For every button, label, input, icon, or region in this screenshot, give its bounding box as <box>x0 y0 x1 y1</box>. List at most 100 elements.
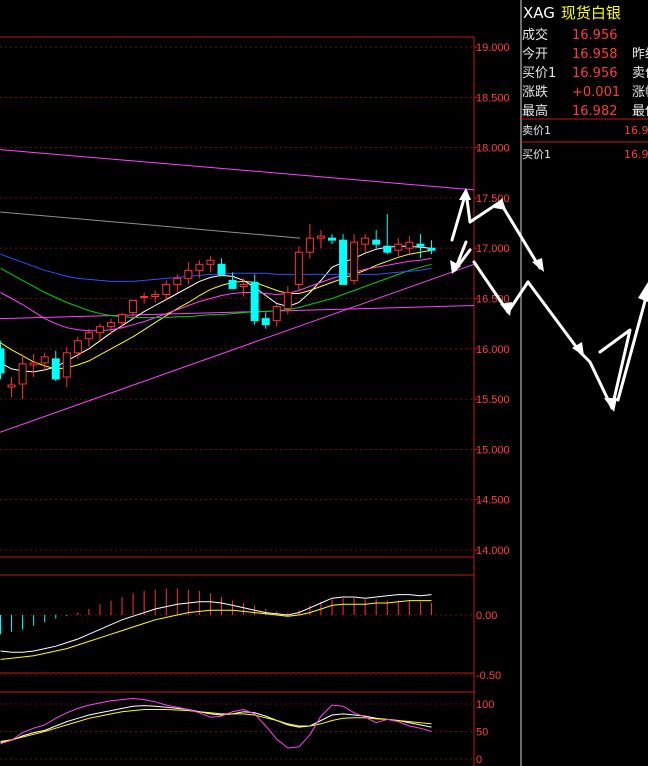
candle-body <box>7 384 16 388</box>
candle-body <box>272 306 281 322</box>
candlestick <box>7 376 16 398</box>
quote-row-high: 最高 16.982 最低 <box>522 100 648 119</box>
orderbook-ask-1: 卖价1 16.9 <box>522 122 648 138</box>
quote-label: 涨跌 <box>522 85 549 100</box>
price-tick-label: 15.000 <box>476 444 510 456</box>
candlestick <box>184 262 193 285</box>
candlestick <box>316 230 325 249</box>
candlestick <box>272 304 281 327</box>
candlestick <box>372 230 381 249</box>
candlestick <box>294 246 303 291</box>
candle-body <box>361 237 370 245</box>
quote-panel: XAG现货白银 成交16.956 今开16.958昨结 买价116.956卖价 … <box>521 0 648 766</box>
quote-label: 今开 <box>522 47 549 62</box>
quote-row-open: 今开 16.958 昨结 <box>522 43 648 62</box>
price-tick-label: 16.000 <box>476 344 510 356</box>
candle-body <box>62 352 71 378</box>
quote-row-bid: 买价1 16.956 卖价 <box>522 62 648 81</box>
candle-body <box>328 237 336 241</box>
kdj-line <box>0 697 432 749</box>
price-tick-label: 14.500 <box>476 495 510 507</box>
candle-body <box>316 235 325 239</box>
orderbook-value: 16.9 <box>624 148 648 161</box>
quote-value: 16.956 <box>572 28 618 43</box>
candle-body <box>250 281 259 322</box>
macd-line <box>0 594 432 653</box>
candlestick <box>427 240 436 255</box>
orderbook-label: 卖价1 <box>522 124 551 137</box>
candlestick <box>73 336 82 359</box>
quote-value: 16.956 <box>572 66 618 81</box>
candlestick <box>40 352 49 371</box>
price-tick-label: 14.000 <box>476 545 510 557</box>
candlestick <box>405 236 414 255</box>
price-tick-label: 17.000 <box>476 243 510 255</box>
orderbook-bid-1: 买价1 16.9 <box>522 146 648 162</box>
orderbook-label: 买价1 <box>522 148 551 161</box>
candlestick <box>394 238 403 257</box>
candlestick <box>206 256 215 273</box>
candle-body <box>261 318 270 326</box>
candle-body <box>405 241 414 249</box>
price-tick-label: 17.500 <box>476 193 510 205</box>
candlestick <box>0 340 5 379</box>
quote-row-last: 成交 16.956 <box>522 24 632 43</box>
candle-body <box>162 283 171 295</box>
moving-average-line <box>0 253 432 282</box>
macd-panel: 0.00 -0.50 <box>0 588 501 682</box>
candle-body <box>173 277 182 285</box>
candlestick <box>140 292 149 304</box>
grid-lines <box>0 46 474 551</box>
candle-body <box>29 362 38 366</box>
candlestick <box>361 234 370 253</box>
candle-body <box>140 295 149 298</box>
price-tick-label: 18.500 <box>476 92 510 104</box>
candle-body <box>73 340 82 354</box>
quote-label: 买价1 <box>522 66 557 81</box>
y-axis-ticks: 19.00018.50018.00017.50017.00016.50016.0… <box>474 42 510 557</box>
macd-tick-label: 0.00 <box>476 610 497 622</box>
candlestick <box>305 224 314 259</box>
forecast-arrow-head <box>500 302 512 316</box>
candle-body <box>239 283 248 287</box>
symbol-name: 现货白银 <box>560 4 621 22</box>
candle-body <box>283 291 292 310</box>
candlestick <box>217 258 226 277</box>
candlestick <box>383 213 392 255</box>
moving-average-line <box>0 249 432 370</box>
candlestick <box>51 350 60 381</box>
quote-value: 16.982 <box>572 104 618 119</box>
candle-body <box>416 243 425 247</box>
orderbook-value: 16.9 <box>624 124 648 137</box>
price-tick-label: 18.000 <box>476 143 510 155</box>
trend-lines <box>0 149 475 433</box>
candlestick <box>84 328 93 347</box>
candlestick <box>350 234 359 285</box>
candlestick <box>339 234 348 285</box>
kdj-tick-label: 100 <box>476 699 494 711</box>
candlestick <box>18 353 27 400</box>
candlestick <box>29 353 38 377</box>
kdj-tick-label: 50 <box>476 727 488 739</box>
quote-label-2: 卖价 <box>632 66 648 81</box>
macd-line <box>0 600 432 660</box>
candle-body <box>294 251 303 285</box>
candle-body <box>350 241 359 281</box>
candle-body <box>383 245 392 253</box>
kdj-line <box>0 705 432 743</box>
candle-body <box>305 237 314 253</box>
candle-body <box>118 314 127 324</box>
candle-body <box>427 247 436 251</box>
candlestick <box>107 318 115 335</box>
macd-tick-label: -0.50 <box>476 670 501 682</box>
candle-body <box>217 263 226 275</box>
candle-body <box>95 326 104 334</box>
candle-body <box>107 322 115 328</box>
quote-label: 成交 <box>522 28 549 43</box>
candle-body <box>129 300 138 314</box>
quote-value: 16.958 <box>572 47 618 62</box>
candle-body <box>151 293 160 297</box>
candle-body <box>40 356 49 364</box>
candle-body <box>372 239 381 245</box>
uptrend-line <box>0 263 475 433</box>
